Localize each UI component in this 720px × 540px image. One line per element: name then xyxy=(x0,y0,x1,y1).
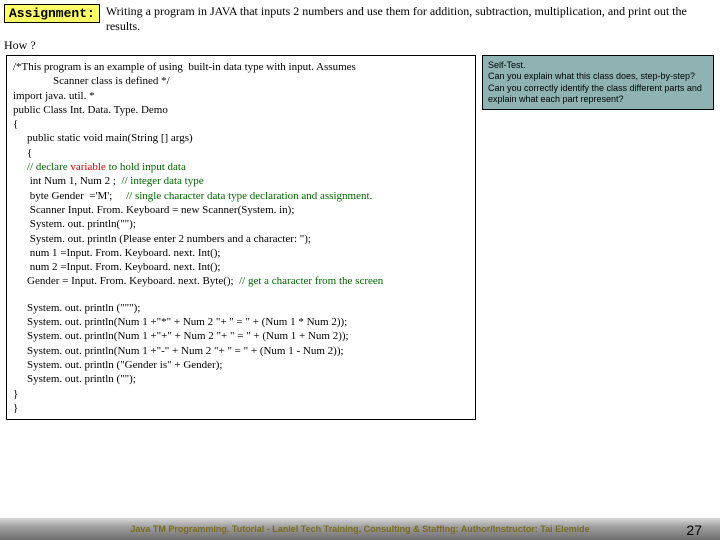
code-comment: // single character data type declaratio… xyxy=(126,190,372,202)
code-comment: // declare xyxy=(27,161,70,173)
code-line: Scanner Input. From. Keyboard = new Scan… xyxy=(27,204,294,216)
code-line: import java. util. * xyxy=(13,90,95,102)
footer-text: Java TM Programming. Tutorial - Laniel T… xyxy=(0,524,720,534)
code-line: public Class Int. Data. Type. Demo xyxy=(13,104,168,116)
self-test-box: Self-Test. Can you explain what this cla… xyxy=(482,55,714,110)
page-number: 27 xyxy=(686,522,702,538)
code-line: } xyxy=(13,402,18,414)
code-line: { xyxy=(13,118,18,130)
code-line: } xyxy=(13,388,18,400)
self-test-line: Self-Test. xyxy=(488,60,708,71)
self-test-line: Can you explain what this class does, st… xyxy=(488,71,708,82)
code-keyword: variable xyxy=(70,161,105,173)
code-line: System. out. println(Num 1 +"*" + Num 2 … xyxy=(27,316,347,328)
code-line: System. out. println(Num 1 +"+" + Num 2 … xyxy=(27,330,349,342)
how-label: How ? xyxy=(0,34,720,55)
assignment-text: Writing a program in JAVA that inputs 2 … xyxy=(100,4,716,34)
code-line: System. out. println (Please enter 2 num… xyxy=(27,233,311,245)
code-line: System. out. println (""); xyxy=(27,373,136,385)
code-comment: // get a character from the screen xyxy=(239,275,383,287)
code-line: System. out. println(""); xyxy=(27,218,136,230)
code-listing: /*This program is an example of using bu… xyxy=(6,55,476,420)
code-line: int Num 1, Num 2 ; xyxy=(27,175,121,187)
code-comment: to hold input data xyxy=(106,161,186,173)
self-test-line: Can you correctly identify the class dif… xyxy=(488,83,708,106)
code-comment: // integer data type xyxy=(121,175,203,187)
code-line: num 1 =Input. From. Keyboard. next. Int(… xyxy=(27,247,220,259)
code-line: byte Gender ='M'; xyxy=(27,190,126,202)
code-line: num 2 =Input. From. Keyboard. next. Int(… xyxy=(27,261,220,273)
code-line: System. out. println(Num 1 +"-" + Num 2 … xyxy=(27,345,344,357)
assignment-label: Assignment: xyxy=(4,4,100,23)
code-line: /*This program is an example of using bu… xyxy=(13,61,356,73)
code-line: System. out. println ("""); xyxy=(27,302,140,314)
code-line: Scanner class is defined */ xyxy=(53,75,170,87)
code-line: { xyxy=(27,147,32,159)
code-line: public static void main(String [] args) xyxy=(27,132,193,144)
code-line: Gender = Input. From. Keyboard. next. By… xyxy=(27,275,239,287)
footer-bar: Java TM Programming. Tutorial - Laniel T… xyxy=(0,518,720,540)
code-line: System. out. println ("Gender is" + Gend… xyxy=(27,359,222,371)
